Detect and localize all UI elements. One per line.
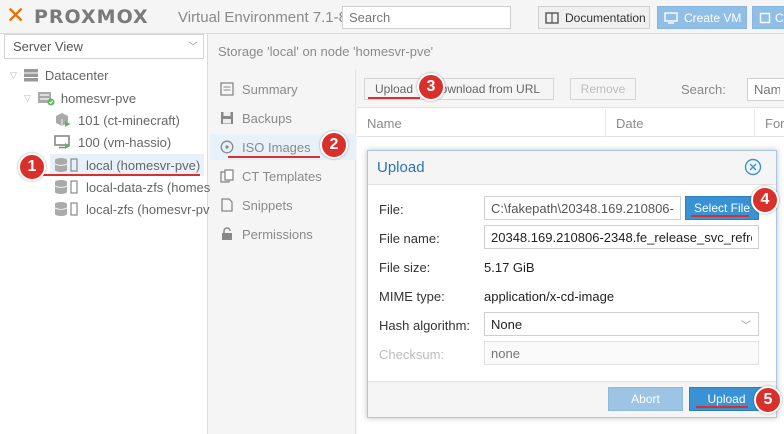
- storage-icon: [54, 158, 78, 172]
- column-header-date[interactable]: Date: [606, 109, 755, 137]
- file-name-label: File name:: [379, 231, 440, 246]
- node-icon: [37, 92, 55, 106]
- floppy-icon: [221, 112, 233, 124]
- book-icon: [545, 11, 559, 24]
- checksum-input[interactable]: [484, 341, 759, 365]
- file-size-label: File size:: [379, 260, 431, 275]
- file-path-field: C:\fakepath\20348.169.210806-: [484, 196, 681, 220]
- callout-underline: [228, 156, 320, 158]
- disc-icon: [220, 140, 234, 154]
- subnav-item-label: ISO Images: [242, 139, 311, 155]
- create-ct-label: C: [775, 10, 784, 25]
- product-title: Virtual Environment 7.1-8: [178, 9, 347, 26]
- subnav-item-label: Snippets: [242, 197, 293, 213]
- summary-icon: [220, 82, 234, 96]
- snippet-icon: [221, 198, 233, 212]
- server-view-select[interactable]: Server View: [4, 34, 204, 59]
- dialog-title: Upload: [377, 159, 425, 176]
- vm-icon: [54, 135, 71, 149]
- cube-icon: [759, 12, 771, 23]
- tree-item-label: Datacenter: [44, 67, 109, 83]
- tree-item-label: local-data-zfs (homes: [86, 179, 211, 195]
- callout-badge-4: 4: [751, 186, 779, 214]
- subnav-item-label: Permissions: [242, 226, 313, 242]
- tree-item-datacenter[interactable]: ▽ Datacenter: [10, 64, 109, 86]
- grid-search-input[interactable]: [747, 78, 784, 101]
- subnav-item-label: Summary: [242, 81, 298, 97]
- chevron-down-icon: ﹀: [188, 42, 198, 53]
- documentation-button[interactable]: Documentation: [538, 6, 650, 29]
- subnav-item-backups[interactable]: Backups: [210, 105, 356, 131]
- collapse-icon: ▽: [24, 92, 31, 103]
- dialog-title-bar: [368, 151, 776, 185]
- tree-item-local-data-zfs[interactable]: local-data-zfs (homes: [54, 176, 210, 198]
- abort-button[interactable]: Abort: [608, 387, 683, 411]
- remove-button[interactable]: Remove: [570, 78, 636, 100]
- create-ct-button[interactable]: C: [752, 6, 784, 29]
- storage-icon: [54, 180, 78, 194]
- template-icon: [220, 169, 234, 183]
- tree-item-local-storage[interactable]: local (homesvr-pve): [50, 154, 204, 176]
- hash-algorithm-label: Hash algorithm:: [379, 318, 471, 333]
- storage-icon: [54, 202, 78, 216]
- hash-algorithm-value: None: [491, 317, 523, 332]
- callout-underline: [696, 406, 748, 408]
- page-title: Storage 'local' on node 'homesvr-pve': [218, 44, 434, 59]
- lock-icon: [222, 227, 232, 240]
- file-label: File:: [379, 202, 404, 217]
- column-header-name[interactable]: Name: [357, 109, 606, 137]
- file-size-value: 5.17 GiB: [484, 260, 535, 275]
- callout-underline: [24, 174, 200, 176]
- collapse-icon: ▽: [10, 69, 17, 80]
- grid-search-label: Search:: [681, 82, 726, 97]
- upload-dialog: [367, 150, 777, 418]
- callout-badge-5: 5: [754, 386, 782, 414]
- mime-type-value: application/x-cd-image: [484, 289, 615, 304]
- subnav-item-label: Backups: [242, 110, 292, 126]
- subnav-item-permissions[interactable]: Permissions: [210, 221, 356, 247]
- subnav-item-snippets[interactable]: Snippets: [210, 192, 356, 218]
- documentation-label: Documentation: [565, 10, 646, 25]
- tree-item-node[interactable]: ▽ homesvr-pve: [24, 87, 136, 109]
- mime-type-label: MIME type:: [379, 289, 445, 304]
- tree-item-label: local (homesvr-pve): [86, 157, 201, 173]
- checksum-label: Checksum:: [379, 347, 445, 362]
- storage-subnav: Summary Backups ISO Images CT Templates …: [210, 70, 356, 434]
- subnav-item-summary[interactable]: Summary: [210, 76, 356, 102]
- create-vm-button[interactable]: Create VM: [657, 6, 747, 29]
- download-from-url-button[interactable]: Download from URL: [428, 78, 554, 100]
- chevron-down-icon: ﹀: [741, 321, 751, 332]
- close-icon[interactable]: [744, 158, 762, 176]
- tree-item-vm-hassio[interactable]: 100 (vm-hassio): [54, 131, 171, 153]
- grid-header: Name Date For: [357, 109, 784, 137]
- tree-item-label: local-zfs (homesvr-pv: [86, 201, 210, 217]
- tree-item-label: 101 (ct-minecraft): [78, 112, 180, 128]
- file-name-input[interactable]: [484, 225, 759, 249]
- tree-item-label: homesvr-pve: [60, 90, 137, 106]
- hash-algorithm-select[interactable]: None: [484, 312, 759, 336]
- tree-item-ct-minecraft[interactable]: 101 (ct-minecraft): [54, 109, 180, 131]
- create-vm-label: Create VM: [684, 10, 742, 25]
- callout-badge-2: 2: [320, 131, 348, 159]
- proxmox-logo-icon: ✕: [6, 3, 26, 29]
- callout-underline: [691, 215, 749, 217]
- subnav-item-ct-templates[interactable]: CT Templates: [210, 163, 356, 189]
- column-header-format[interactable]: For: [755, 109, 784, 137]
- callout-badge-1: 1: [18, 153, 46, 181]
- container-icon: [56, 113, 71, 127]
- subnav-item-label: CT Templates: [242, 168, 322, 184]
- callout-underline: [368, 97, 420, 99]
- search-input[interactable]: [342, 6, 511, 29]
- logo: PROXMOX: [34, 6, 149, 28]
- monitor-icon: [664, 11, 678, 24]
- datacenter-icon: [23, 69, 38, 82]
- callout-badge-3: 3: [417, 73, 445, 101]
- tree-item-label: 100 (vm-hassio): [78, 134, 172, 150]
- tree-item-local-zfs[interactable]: local-zfs (homesvr-pv: [54, 198, 210, 220]
